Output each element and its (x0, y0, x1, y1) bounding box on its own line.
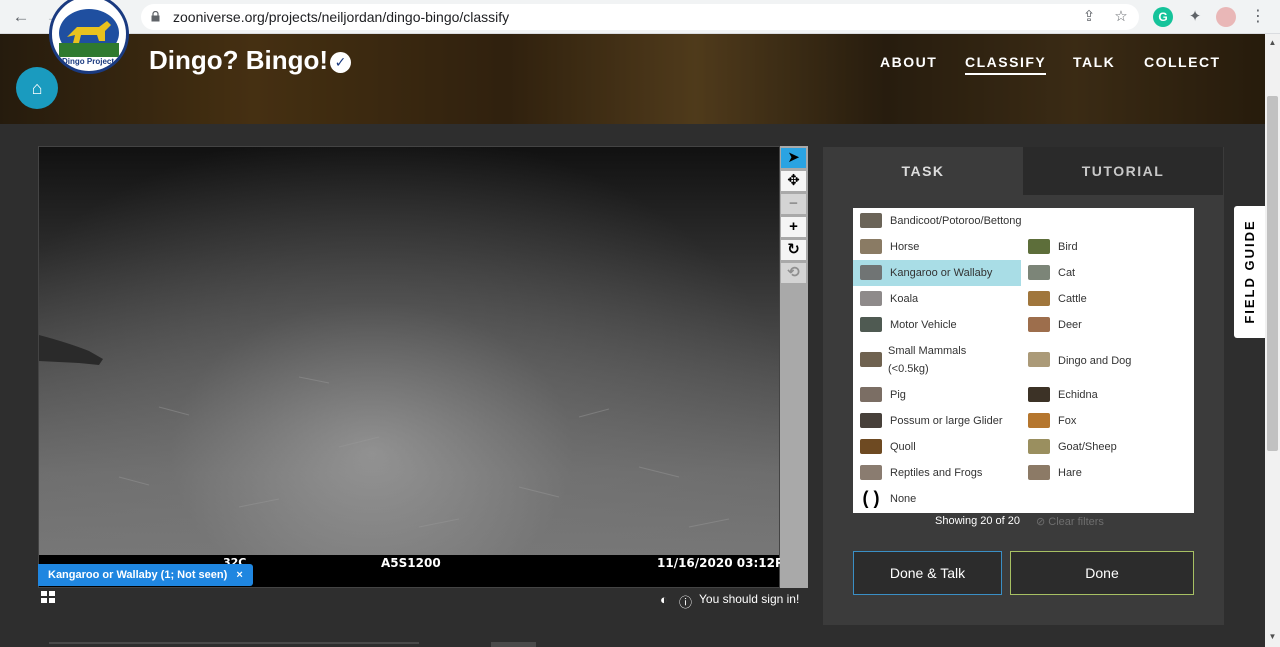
annotation-label: Kangaroo or Wallaby (1; Not seen) (48, 569, 228, 581)
viewer-toolbar: ➤ ✥ − + ↻ ⟲ (780, 146, 808, 588)
grid-view-icon[interactable] (41, 591, 55, 603)
choice-thumbnail (1028, 465, 1050, 480)
choice-pig[interactable]: Pig (853, 382, 1021, 408)
footer-divider-accent (491, 642, 536, 647)
scrollbar-thumb[interactable] (1267, 96, 1278, 451)
choice-thumbnail (860, 439, 882, 454)
choice-deer[interactable]: Deer (1021, 312, 1194, 338)
choice-thumbnail (860, 239, 882, 254)
field-guide-label: FIELD GUIDE (1242, 219, 1257, 324)
choice-motor-vehicle[interactable]: Motor Vehicle (853, 312, 1021, 338)
choice-thumbnail (1028, 317, 1050, 332)
zooniverse-home-icon[interactable]: ⌂ (16, 67, 58, 109)
choice-thumbnail (860, 387, 882, 402)
choice-reptiles-frogs[interactable]: Reptiles and Frogs (853, 460, 1021, 486)
choice-thumbnail (1028, 413, 1050, 428)
project-title[interactable]: Dingo? Bingo! (149, 45, 328, 76)
rotate-icon[interactable]: ↻ (781, 240, 806, 260)
url-text: zooniverse.org/projects/neiljordan/dingo… (173, 9, 510, 25)
choice-quoll[interactable]: Quoll (853, 434, 1021, 460)
tab-tutorial[interactable]: TUTORIAL (1023, 147, 1223, 195)
choice-thumbnail (860, 465, 882, 480)
choice-koala[interactable]: Koala (853, 286, 1021, 312)
extensions-puzzle-icon[interactable]: ✦ (1185, 7, 1205, 27)
grammarly-extension-icon[interactable]: G (1153, 7, 1173, 27)
showing-count: Showing 20 of 20 (935, 515, 1021, 527)
scroll-down-arrow-icon[interactable]: ▼ (1267, 631, 1278, 642)
choice-bird[interactable]: Bird (1021, 234, 1194, 260)
field-guide-tab[interactable]: FIELD GUIDE (1234, 206, 1265, 338)
choice-cattle[interactable]: Cattle (1021, 286, 1194, 312)
choice-goat-sheep[interactable]: Goat/Sheep (1021, 434, 1194, 460)
camera-trap-image[interactable] (39, 147, 779, 555)
menu-kebab-icon[interactable]: ⋮ (1248, 7, 1268, 27)
lock-icon (151, 11, 160, 22)
choice-thumbnail (1028, 439, 1050, 454)
choice-thumbnail (860, 413, 882, 428)
partial-animal-silhouette (39, 335, 103, 365)
choice-none[interactable]: ( ) None (853, 486, 1021, 512)
subject-viewer[interactable] (38, 146, 780, 588)
choice-horse[interactable]: Horse (853, 234, 1021, 260)
nav-collect[interactable]: COLLECT (1144, 54, 1221, 70)
strip-camera-id: A5S1200 (381, 556, 441, 570)
zoom-out-icon[interactable]: − (781, 194, 806, 214)
clear-filters-link[interactable]: ⊘ Clear filters (1036, 515, 1104, 528)
logo-text: Dingo Project (62, 57, 115, 66)
info-icon[interactable]: ⓘ (679, 592, 692, 611)
reset-icon[interactable]: ⟲ (781, 263, 806, 283)
done-button[interactable]: Done (1010, 551, 1194, 595)
profile-avatar[interactable] (1216, 7, 1236, 27)
choice-fox[interactable]: Fox (1021, 408, 1194, 434)
choice-thumbnail (860, 352, 882, 367)
zoom-in-icon[interactable]: + (781, 217, 806, 237)
choice-thumbnail (1028, 239, 1050, 254)
nav-classify[interactable]: CLASSIFY (965, 54, 1047, 75)
choice-dingo-dog[interactable]: Dingo and Dog (1021, 338, 1194, 382)
choice-thumbnail (860, 291, 882, 306)
species-choice-list: Bandicoot/Potoroo/Bettong Horse Bird Kan… (853, 208, 1194, 513)
bookmark-star-icon[interactable]: ☆ (1113, 9, 1129, 25)
choice-thumbnail (1028, 387, 1050, 402)
scroll-up-arrow-icon[interactable]: ▲ (1267, 37, 1278, 48)
choice-thumbnail (1028, 291, 1050, 306)
choice-bandicoot[interactable]: Bandicoot/Potoroo/Bettong (853, 208, 1194, 234)
annotation-tag[interactable]: Kangaroo or Wallaby (1; Not seen) × (38, 564, 253, 586)
done-and-talk-button[interactable]: Done & Talk (853, 551, 1002, 595)
choice-kangaroo-wallaby[interactable]: Kangaroo or Wallaby (853, 260, 1021, 286)
sign-in-warning[interactable]: You should sign in! (699, 592, 799, 606)
move-tool-icon[interactable]: ✥ (781, 171, 806, 191)
footer-divider (49, 642, 419, 644)
choice-thumbnail (860, 317, 882, 332)
choice-echidna[interactable]: Echidna (1021, 382, 1194, 408)
strip-timestamp: 11/16/2020 03:12PM (657, 556, 796, 570)
choice-thumbnail (860, 213, 882, 228)
choice-cat[interactable]: Cat (1021, 260, 1194, 286)
tab-task[interactable]: TASK (823, 147, 1023, 195)
clear-filters-icon: ⊘ (1036, 516, 1046, 528)
contrast-icon[interactable]: ◐ (660, 592, 668, 607)
choice-possum-glider[interactable]: Possum or large Glider (853, 408, 1021, 434)
address-bar[interactable]: zooniverse.org/projects/neiljordan/dingo… (141, 4, 1139, 30)
choice-thumbnail (860, 265, 882, 280)
nav-talk[interactable]: TALK (1073, 54, 1115, 70)
ground-texture (39, 335, 730, 528)
logo-dingo-graphic (59, 9, 119, 57)
choice-thumbnail (1028, 265, 1050, 280)
annotation-remove-icon[interactable]: × (236, 569, 242, 581)
choice-small-mammals[interactable]: Small Mammals (<0.5kg) (853, 338, 1021, 382)
pointer-tool-icon[interactable]: ➤ (781, 148, 806, 168)
share-icon[interactable]: ⇪ (1081, 9, 1097, 25)
none-parentheses-icon: ( ) (862, 488, 880, 508)
verified-check-icon: ✓ (330, 52, 351, 73)
choice-thumbnail (1028, 352, 1050, 367)
browser-toolbar: ← → ↻ ⌂ zooniverse.org/projects/neiljord… (0, 0, 1280, 34)
choice-hare[interactable]: Hare (1021, 460, 1194, 486)
back-icon[interactable]: ← (10, 6, 32, 28)
nav-about[interactable]: ABOUT (880, 54, 937, 70)
